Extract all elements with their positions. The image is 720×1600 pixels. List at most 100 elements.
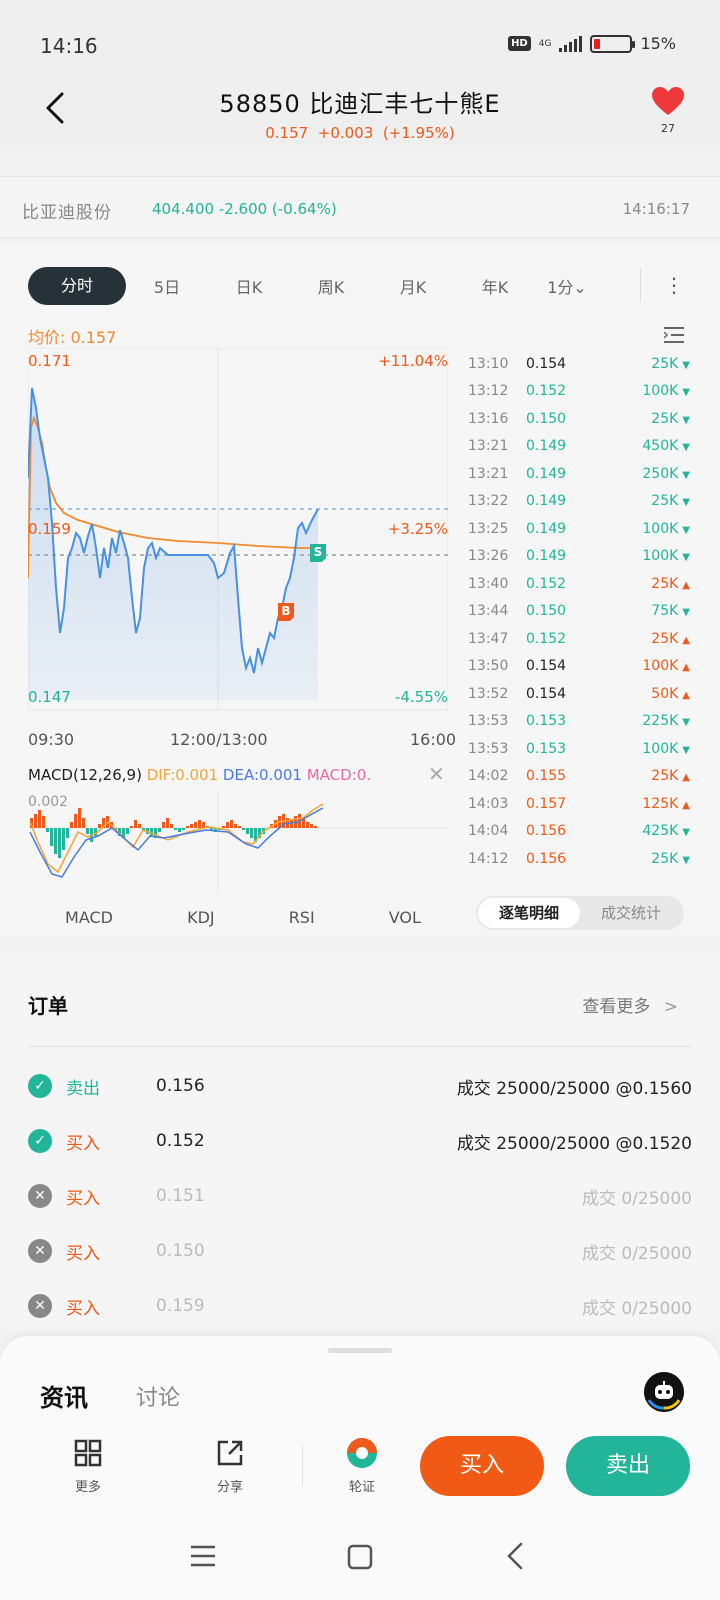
tick-volume-cell: 25K ▼ bbox=[606, 493, 690, 509]
battery-icon bbox=[590, 34, 636, 53]
tab-trade-stats[interactable]: 成交统计 bbox=[580, 898, 682, 928]
triangle-down-icon: ▼ bbox=[682, 387, 690, 399]
tick-volume: 25K bbox=[651, 575, 679, 592]
tab-kdj[interactable]: KDJ bbox=[187, 908, 215, 927]
order-row[interactable]: ✕ 买入 0.150 成交 0/25000 bbox=[28, 1231, 692, 1271]
macd-bar bbox=[238, 826, 241, 828]
tab-tick-detail[interactable]: 逐笔明细 bbox=[478, 898, 580, 928]
tab-yearly[interactable]: 年K bbox=[454, 274, 536, 298]
tick-price: 0.150 bbox=[526, 410, 567, 427]
sell-marker-label: S bbox=[314, 545, 323, 559]
warrant-action-label: 轮证 bbox=[348, 1480, 375, 1495]
underlying-name: 比亚迪股份 bbox=[22, 203, 112, 223]
warrant-action[interactable]: 轮证 bbox=[332, 1436, 392, 1495]
tick-volume-cell: 100K ▼ bbox=[606, 548, 690, 564]
order-side: 买入 bbox=[66, 1188, 100, 1209]
tick-volume-cell: 100K ▼ bbox=[606, 741, 690, 757]
macd-bar bbox=[166, 818, 169, 828]
time-start: 09:30 bbox=[28, 730, 75, 749]
macd-bar bbox=[230, 820, 233, 828]
tab-daily[interactable]: 日K bbox=[208, 274, 290, 298]
macd-bar bbox=[150, 828, 153, 836]
tick-row: 13:52 0.154 50K ▲ bbox=[468, 680, 690, 708]
tick-row: 14:03 0.157 125K ▲ bbox=[468, 790, 690, 818]
tab-1min-dropdown[interactable]: 1分⌄ bbox=[536, 274, 598, 298]
battery-percent: 15% bbox=[640, 34, 676, 53]
y-mid-label: 0.159 bbox=[28, 520, 71, 538]
tick-price: 0.154 bbox=[526, 658, 567, 675]
status-clock: 14:16 bbox=[40, 34, 98, 58]
tick-volume-cell: 25K ▲ bbox=[606, 576, 690, 592]
tick-row: 13:10 0.154 25K ▼ bbox=[468, 350, 690, 378]
tick-volume-cell: 250K ▼ bbox=[606, 466, 690, 482]
triangle-down-icon: ▼ bbox=[682, 497, 690, 509]
macd-bar bbox=[70, 822, 73, 828]
tick-view-switch: 逐笔明细 成交统计 bbox=[476, 896, 684, 930]
tab-5day[interactable]: 5日 bbox=[126, 274, 208, 298]
order-side: 买入 bbox=[66, 1133, 100, 1154]
tab-rsi[interactable]: RSI bbox=[289, 908, 315, 927]
intraday-chart[interactable]: 0.171 0.159 0.147 +11.04% +3.25% -4.55% … bbox=[28, 348, 448, 728]
drag-handle[interactable] bbox=[328, 1348, 392, 1353]
tab-weekly[interactable]: 周K bbox=[290, 274, 372, 298]
order-row[interactable]: ✓ 买入 0.152 成交 25000/25000 @0.1520 bbox=[28, 1121, 692, 1161]
order-price: 0.150 bbox=[156, 1241, 205, 1261]
tab-vol[interactable]: VOL bbox=[389, 908, 421, 927]
orders-more-link[interactable]: 查看更多 > bbox=[582, 992, 678, 1017]
tick-volume: 425K bbox=[642, 823, 679, 840]
macd-bar bbox=[226, 822, 229, 828]
order-row[interactable]: ✓ 卖出 0.156 成交 25000/25000 @0.1560 bbox=[28, 1066, 692, 1106]
tick-volume-cell: 225K ▼ bbox=[606, 713, 690, 729]
tick-volume: 125K bbox=[642, 795, 679, 812]
tick-price: 0.153 bbox=[526, 740, 567, 757]
period-tabs: 分时 5日 日K 周K 月K 年K 1分⌄ bbox=[28, 266, 688, 306]
list-toggle-icon[interactable] bbox=[664, 326, 684, 344]
tab-macd[interactable]: MACD bbox=[65, 908, 113, 927]
order-side: 卖出 bbox=[66, 1078, 100, 1099]
indicator-tabs: MACD KDJ RSI VOL bbox=[28, 908, 458, 927]
order-row[interactable]: ✕ 买入 0.151 成交 0/25000 bbox=[28, 1176, 692, 1216]
tick-price: 0.149 bbox=[526, 493, 567, 510]
time-end: 16:00 bbox=[410, 730, 457, 749]
triangle-up-icon: ▲ bbox=[682, 662, 690, 674]
tab-monthly[interactable]: 月K bbox=[372, 274, 454, 298]
buy-button[interactable]: 买入 bbox=[420, 1436, 544, 1496]
menu-icon[interactable] bbox=[190, 1544, 216, 1568]
heart-icon bbox=[652, 87, 684, 115]
robot-assistant-icon[interactable] bbox=[644, 1372, 684, 1412]
triangle-up-icon: ▲ bbox=[682, 634, 690, 646]
tab-discuss[interactable]: 讨论 bbox=[136, 1380, 180, 1412]
tick-volume: 25K bbox=[651, 630, 679, 647]
macd-bar bbox=[178, 828, 181, 832]
orders-more-label: 查看更多 bbox=[582, 997, 651, 1017]
sell-marker[interactable]: S bbox=[310, 544, 326, 562]
tick-row: 14:02 0.155 25K ▲ bbox=[468, 763, 690, 791]
tab-news[interactable]: 资讯 bbox=[40, 1378, 88, 1413]
back-icon[interactable] bbox=[505, 1542, 525, 1570]
tick-volume-cell: 100K ▼ bbox=[606, 383, 690, 399]
tick-price: 0.149 bbox=[526, 465, 567, 482]
tick-volume: 100K bbox=[642, 383, 679, 400]
home-icon[interactable] bbox=[347, 1544, 373, 1570]
macd-bar bbox=[74, 814, 77, 828]
navigation-bar bbox=[0, 1530, 720, 1600]
macd-bar bbox=[194, 822, 197, 828]
buy-marker[interactable]: B bbox=[278, 603, 294, 621]
more-action[interactable]: 更多 bbox=[58, 1436, 118, 1495]
tab-intraday[interactable]: 分时 bbox=[28, 267, 126, 305]
macd-bar bbox=[50, 828, 53, 846]
macd-axis-top: 0.002 bbox=[28, 794, 68, 810]
share-action[interactable]: 分享 bbox=[200, 1436, 260, 1495]
triangle-up-icon: ▲ bbox=[682, 772, 690, 784]
more-menu-icon[interactable]: ⋮ bbox=[640, 268, 684, 302]
tick-time: 13:12 bbox=[468, 383, 509, 400]
triangle-down-icon: ▼ bbox=[682, 607, 690, 619]
tick-price: 0.149 bbox=[526, 438, 567, 455]
tick-volume-cell: 25K ▲ bbox=[606, 631, 690, 647]
tick-price: 0.156 bbox=[526, 850, 567, 867]
order-row[interactable]: ✕ 买入 0.159 成交 0/25000 bbox=[28, 1286, 692, 1326]
sell-button[interactable]: 卖出 bbox=[566, 1436, 690, 1496]
close-icon[interactable]: ✕ bbox=[428, 762, 445, 786]
favorite-button[interactable]: 27 bbox=[646, 86, 690, 135]
tick-volume-cell: 25K ▼ bbox=[606, 411, 690, 427]
